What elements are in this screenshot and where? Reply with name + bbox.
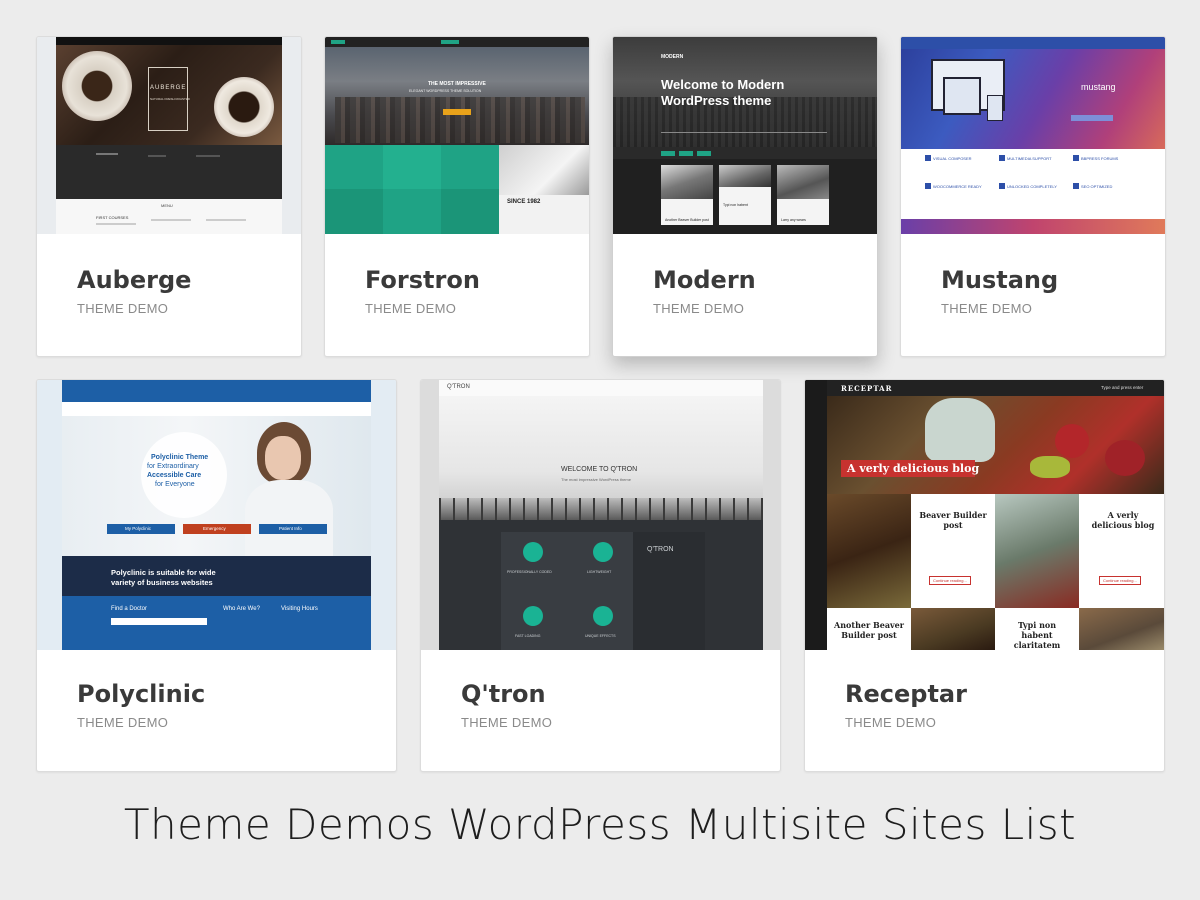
modern-post-3: Larry any wears (781, 218, 806, 222)
mustang-feature-6: SEO OPTIMIZED (1081, 184, 1113, 189)
forstron-headline: THE MOST IMPRESSIVE (428, 81, 486, 87)
polyclinic-hero-1: Polyclinic Theme (151, 454, 209, 461)
card-subtitle: THEME DEMO (941, 301, 1033, 316)
qtron-feature-2: LIGHTWEIGHT (587, 570, 612, 574)
polyclinic-button-2: Emergency (203, 526, 226, 531)
mustang-thumbnail: mustang VISUAL COMPOSER MULTIMEDIA SUPPO… (901, 37, 1165, 234)
theme-card-polyclinic[interactable]: Polyclinic Theme for Extraordinary Acces… (36, 379, 397, 772)
theme-card-mustang[interactable]: mustang VISUAL COMPOSER MULTIMEDIA SUPPO… (900, 36, 1166, 357)
receptar-post-2: A verly delicious blog (1091, 510, 1155, 530)
receptar-more-1: Continue reading... (929, 576, 971, 585)
qtron-feature-4: UNIQUE EFFECTS (585, 634, 616, 638)
theme-card-modern[interactable]: MODERN Welcome to Modern WordPress theme… (612, 36, 878, 357)
mustang-feature-3: BBPRESS FORUMS (1081, 156, 1119, 161)
receptar-search: Type and press enter (1101, 385, 1144, 390)
card-subtitle: THEME DEMO (77, 301, 169, 316)
theme-card-qtron[interactable]: Q'TRON WELCOME TO Q'TRON The most impres… (420, 379, 781, 772)
qtron-side-title: Q'TRON (647, 546, 674, 553)
qtron-welcome: WELCOME TO Q'TRON (561, 466, 638, 473)
auberge-logo-sub: NATURAL FRESH ROASTED (150, 97, 191, 101)
card-subtitle: THEME DEMO (653, 301, 745, 316)
card-title: Forstron (365, 266, 480, 294)
theme-card-forstron[interactable]: THE MOST IMPRESSIVE ELEGANT WORDPRESS TH… (324, 36, 590, 357)
card-subtitle: THEME DEMO (77, 715, 169, 730)
mustang-feature-5: UNLOCKED COMPLETELY (1007, 184, 1057, 189)
polyclinic-tagline-1: Polyclinic is suitable for wide (111, 568, 216, 577)
receptar-banner: A verly delicious blog (847, 462, 980, 475)
polyclinic-tagline-2: variety of business websites (111, 578, 213, 587)
auberge-thumbnail: AUBERGE NATURAL FRESH ROASTED MENU FIRST… (37, 37, 301, 234)
qtron-feature-1: PROFESSIONALLY CODED (507, 570, 552, 574)
receptar-post-3: Another Beaver Builder post (834, 620, 904, 640)
modern-post-2: Typi non habent (723, 203, 748, 207)
card-subtitle: THEME DEMO (845, 715, 937, 730)
polyclinic-hero-4: for Everyone (155, 481, 195, 488)
card-subtitle: THEME DEMO (365, 301, 457, 316)
auberge-section-label: FIRST COURSES (96, 215, 129, 220)
card-title: Modern (653, 266, 756, 294)
mustang-logo: mustang (1081, 82, 1116, 92)
polyclinic-hero-3: Accessible Care (147, 472, 202, 479)
receptar-post-1: Beaver Builder post (919, 510, 987, 530)
receptar-more-2: Continue reading... (1099, 576, 1141, 585)
mustang-feature-1: VISUAL COMPOSER (933, 156, 972, 161)
card-title: Auberge (77, 266, 192, 294)
forstron-sub: ELEGANT WORDPRESS THEME SOLUTION (409, 89, 482, 93)
receptar-thumbnail: RECEPTAR Type and press enter A verly de… (805, 380, 1164, 650)
receptar-logo: RECEPTAR (841, 384, 893, 393)
polyclinic-col-3: Visiting Hours (281, 606, 318, 612)
modern-logo: MODERN (661, 54, 684, 60)
theme-card-receptar[interactable]: RECEPTAR Type and press enter A verly de… (804, 379, 1165, 772)
polyclinic-thumbnail: Polyclinic Theme for Extraordinary Acces… (37, 380, 396, 650)
modern-post-1: Another Beaver Builder post (665, 218, 709, 222)
card-title: Receptar (845, 680, 967, 708)
forstron-thumbnail: THE MOST IMPRESSIVE ELEGANT WORDPRESS TH… (325, 37, 589, 234)
auberge-menu-heading: MENU (161, 203, 173, 208)
qtron-thumbnail: Q'TRON WELCOME TO Q'TRON The most impres… (421, 380, 780, 650)
mustang-feature-4: WOOCOMMERCE READY (933, 184, 982, 189)
receptar-post-4: Typi non habent claritatem (1013, 620, 1061, 650)
modern-headline: Welcome to Modern WordPress theme (661, 77, 785, 108)
modern-thumbnail: MODERN Welcome to Modern WordPress theme… (613, 37, 877, 234)
polyclinic-hero-2: for Extraordinary (147, 463, 199, 470)
card-title: Q'tron (461, 680, 546, 708)
mustang-feature-2: MULTIMEDIA SUPPORT (1007, 156, 1052, 161)
auberge-logo-text: AUBERGE (150, 85, 187, 91)
forstron-badge: SINCE 1982 (507, 199, 541, 205)
page-caption: Theme Demos WordPress Multisite Sites Li… (123, 800, 1077, 849)
qtron-sub: The most impressive WordPress theme (561, 477, 631, 482)
polyclinic-button-3: Patient Info (279, 526, 302, 531)
polyclinic-button-1: My Polyclinic (125, 526, 152, 531)
card-title: Polyclinic (77, 680, 206, 708)
polyclinic-col-1: Find a Doctor (111, 606, 148, 612)
qtron-feature-3: FAST LOADING (515, 634, 541, 638)
card-title: Mustang (941, 266, 1059, 294)
card-subtitle: THEME DEMO (461, 715, 553, 730)
polyclinic-col-2: Who Are We? (223, 606, 260, 612)
theme-card-auberge[interactable]: AUBERGE NATURAL FRESH ROASTED MENU FIRST… (36, 36, 302, 357)
qtron-logo: Q'TRON (447, 384, 470, 390)
